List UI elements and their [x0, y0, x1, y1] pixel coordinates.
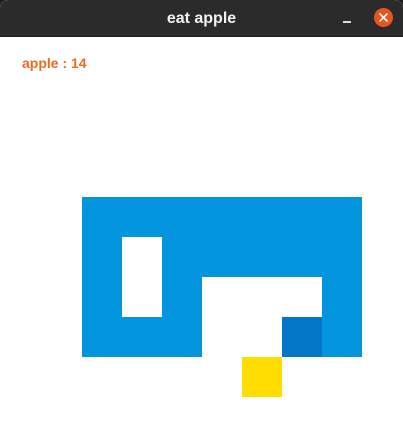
- snake-body-segment: [202, 197, 242, 237]
- snake-body-segment: [82, 237, 122, 277]
- snake-body-segment: [122, 317, 162, 357]
- snake-body-segment: [322, 237, 362, 277]
- snake-body-segment: [82, 197, 122, 237]
- apple-score: apple : 14: [22, 55, 87, 71]
- close-button[interactable]: [374, 8, 393, 27]
- snake-body-segment: [282, 237, 322, 277]
- snake-body-segment: [82, 277, 122, 317]
- snake-body-segment: [162, 277, 202, 317]
- snake-body-segment: [242, 237, 282, 277]
- close-icon: [379, 13, 388, 22]
- snake-body-segment: [282, 197, 322, 237]
- apple: [242, 357, 282, 397]
- title-bar[interactable]: eat apple: [0, 0, 403, 37]
- app-window: eat apple apple : 14: [0, 0, 403, 437]
- snake-body-segment: [162, 317, 202, 357]
- minimize-button[interactable]: [339, 10, 355, 26]
- snake-body-segment: [162, 237, 202, 277]
- snake-body-segment: [322, 197, 362, 237]
- snake-body-segment: [162, 197, 202, 237]
- snake-head: [282, 317, 322, 357]
- snake-body-segment: [122, 197, 162, 237]
- snake-body-segment: [322, 277, 362, 317]
- snake-body-segment: [202, 237, 242, 277]
- snake-body-segment: [82, 317, 122, 357]
- snake-body-segment: [242, 197, 282, 237]
- snake-body-segment: [322, 317, 362, 357]
- minimize-icon: [343, 21, 351, 23]
- game-board[interactable]: apple : 14: [0, 37, 403, 437]
